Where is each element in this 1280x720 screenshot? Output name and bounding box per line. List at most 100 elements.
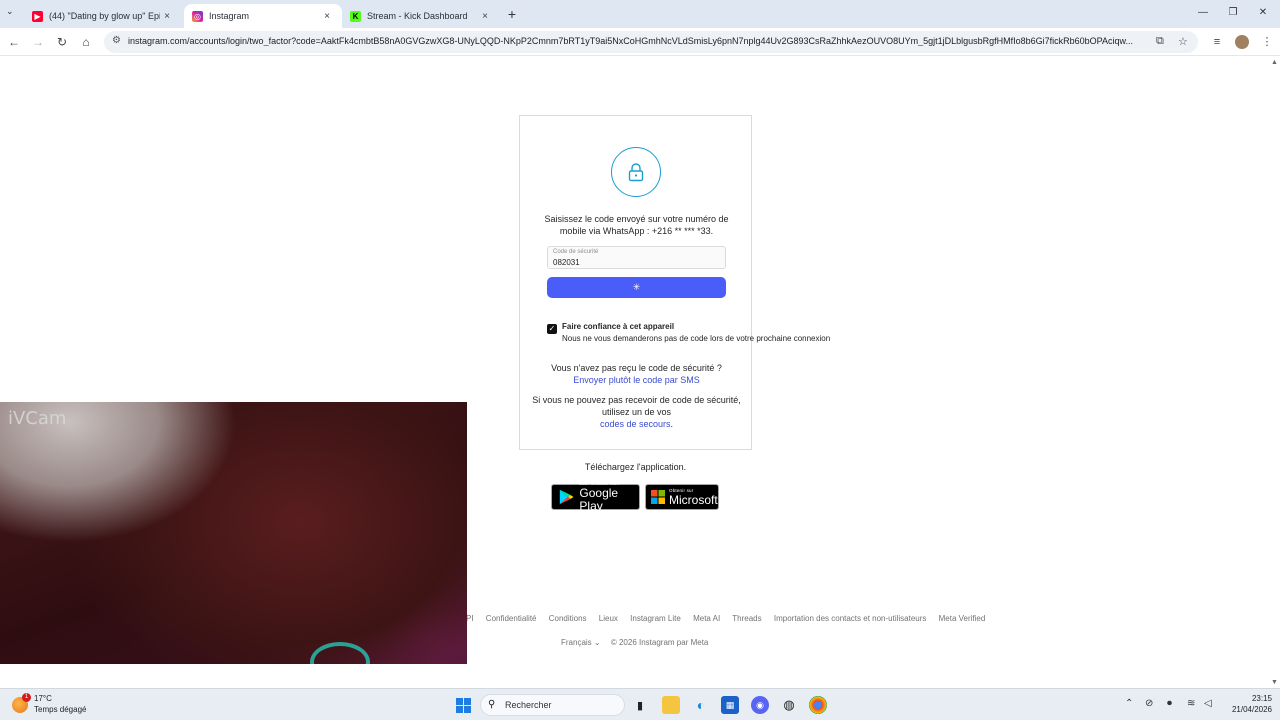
tab-title: (44) "Dating by glow up" Episo (49, 11, 160, 21)
tab-title: Instagram (209, 11, 250, 21)
discord-icon[interactable]: ◉ (751, 696, 769, 714)
trust-device-checkbox[interactable]: ✓ (547, 324, 557, 334)
backup-text: Si vous ne pouvez pas recevoir de code d… (532, 395, 741, 417)
backup-codes-link[interactable]: codes de secours (600, 419, 671, 429)
kick-icon: K (350, 10, 361, 22)
lock-icon (611, 147, 661, 197)
tab-title: Stream - Kick Dashboard (367, 11, 468, 21)
footer-link-contacts[interactable]: Importation des contacts et non-utilisat… (774, 614, 927, 623)
home-icon[interactable]: ⌂ (78, 34, 94, 50)
browser-toolbar: ← → ↻ ⌂ ⚙ instagram.com/accounts/login/t… (0, 28, 1280, 56)
loading-spinner-icon: ✳ (632, 282, 641, 292)
clock-time: 23:15 (1251, 694, 1272, 703)
camera-off-icon[interactable]: ⊘ (1145, 698, 1153, 709)
back-icon[interactable]: ← (6, 34, 22, 50)
task-view-icon[interactable]: ▮ (631, 696, 649, 714)
scroll-up-icon[interactable]: ▲ (1271, 59, 1278, 66)
confirm-button[interactable]: ✳ (547, 277, 726, 298)
security-code-label: Code de sécurité (553, 249, 599, 255)
google-play-badge[interactable]: DISPONIBLE SUR Google Play (551, 481, 640, 513)
chevron-down-icon: ⌄ (593, 638, 601, 647)
security-code-input[interactable] (553, 257, 718, 268)
search-placeholder: Rechercher (505, 700, 552, 710)
microphone-icon[interactable]: ⏺ (1167, 698, 1172, 709)
tab-strip: ⌄ ▶ (44) "Dating by glow up" Episo × ◎ I… (0, 0, 1280, 28)
windows-taskbar: 1 17°C Temps dégagé ⚲ Rechercher ▮ ◐ ▦ ◉… (0, 688, 1280, 720)
install-app-icon[interactable]: ⧉ (1156, 35, 1164, 48)
footer-link-meta-ai[interactable]: Meta AI (693, 614, 720, 623)
tab-youtube[interactable]: ▶ (44) "Dating by glow up" Episo × (24, 4, 182, 28)
footer-link-instagram-lite[interactable]: Instagram Lite (630, 614, 681, 623)
google-play-icon (559, 489, 574, 505)
footer-meta: Français ⌄ © 2026 Instagram par Meta (561, 638, 708, 647)
reading-list-icon[interactable]: ≡ (1210, 35, 1224, 49)
webcam-watermark: iVCam (8, 408, 67, 429)
tab-kick[interactable]: K Stream - Kick Dashboard × (342, 4, 500, 28)
trust-device-hint: Nous ne vous demanderons pas de code lor… (562, 334, 831, 343)
security-code-field[interactable]: Code de sécurité (547, 246, 726, 269)
window-close-icon[interactable]: ✕ (1254, 5, 1272, 21)
tab-search-chevron-icon[interactable]: ⌄ (6, 6, 14, 17)
tab-instagram[interactable]: ◎ Instagram × (184, 4, 342, 28)
footer-link-partial[interactable]: PI (466, 614, 474, 623)
system-clock[interactable]: 23:15 21/04/2026 (1224, 693, 1272, 715)
clock-date: 21/04/2026 (1231, 705, 1272, 714)
microsoft-big: Microsoft (669, 492, 718, 507)
profile-avatar[interactable] (1235, 35, 1249, 49)
microsoft-logo-icon (651, 490, 665, 504)
reload-icon[interactable]: ↻ (54, 34, 70, 50)
menu-kebab-icon[interactable]: ⋮ (1260, 35, 1274, 49)
microsoft-store-badge[interactable]: Obtenir sur Microsoft (645, 484, 719, 510)
language-select[interactable]: Français ⌄ (561, 638, 601, 647)
not-received-text: Vous n'avez pas reçu le code de sécurité… (551, 363, 722, 373)
weather-temperature[interactable]: 17°C (34, 694, 52, 703)
close-tab-icon[interactable]: × (320, 11, 334, 22)
footer-link-conditions[interactable]: Conditions (549, 614, 587, 623)
trust-device-label: Faire confiance à cet appareil (562, 322, 675, 331)
wifi-icon[interactable]: ≋ (1187, 698, 1195, 709)
restore-icon[interactable]: ❐ (1224, 5, 1242, 21)
file-explorer-icon[interactable] (662, 696, 680, 714)
site-info-icon[interactable]: ⚙ (112, 35, 121, 46)
send-sms-link[interactable]: Envoyer plutôt le code par SMS (530, 374, 743, 386)
webcam-overlay[interactable]: iVCam (0, 402, 467, 664)
language-label: Français (561, 638, 592, 647)
get-app-title: Téléchargez l'application. (584, 462, 687, 472)
google-play-big: Google Play (579, 486, 619, 513)
copyright-text: © 2026 Instagram par Meta (610, 638, 709, 647)
taskbar-search[interactable]: ⚲ Rechercher (480, 694, 625, 716)
edge-icon[interactable]: ◐ (692, 696, 710, 714)
url-text[interactable]: instagram.com/accounts/login/two_factor?… (128, 36, 1148, 46)
volume-icon[interactable]: ◁ (1204, 698, 1212, 709)
weather-description[interactable]: Temps dégagé (34, 705, 86, 714)
chrome-icon[interactable] (809, 696, 827, 714)
obs-icon[interactable]: ◍ (780, 696, 798, 714)
backup-period: . (670, 419, 674, 429)
not-received-section: Vous n'avez pas reçu le code de sécurité… (530, 362, 743, 386)
instruction-text: Saisissez le code envoyé sur votre numér… (544, 214, 729, 236)
search-icon: ⚲ (488, 699, 496, 710)
footer-link-confidentialite[interactable]: Confidentialité (486, 614, 537, 623)
instagram-icon: ◎ (192, 10, 203, 22)
bookmark-star-icon[interactable]: ☆ (1178, 35, 1188, 48)
minimize-icon[interactable]: — (1194, 5, 1212, 21)
headset-light (310, 642, 370, 664)
footer-link-lieux[interactable]: Lieux (599, 614, 618, 623)
footer-links: PI Confidentialité Conditions Lieux Inst… (466, 614, 995, 624)
tray-overflow-icon[interactable]: ⌃ (1125, 698, 1133, 709)
scroll-down-icon[interactable]: ▼ (1271, 679, 1278, 686)
two-factor-card: Saisissez le code envoyé sur votre numér… (519, 115, 830, 450)
forward-icon[interactable]: → (30, 34, 46, 50)
notification-badge: 1 (22, 693, 31, 702)
close-tab-icon[interactable]: × (160, 11, 174, 22)
new-tab-button[interactable]: + (504, 6, 520, 22)
address-bar[interactable]: ⚙ instagram.com/accounts/login/two_facto… (104, 31, 1198, 53)
page-scrollbar[interactable]: ▲ ▼ (1270, 57, 1280, 688)
youtube-icon: ▶ (32, 10, 43, 22)
footer-link-meta-verified[interactable]: Meta Verified (939, 614, 986, 623)
store-icon[interactable]: ▦ (721, 696, 739, 714)
windows-start-icon[interactable] (454, 696, 472, 714)
backup-codes-section: Si vous ne pouvez pas recevoir de code d… (530, 394, 743, 430)
close-tab-icon[interactable]: × (478, 11, 492, 22)
footer-link-threads[interactable]: Threads (732, 614, 761, 623)
